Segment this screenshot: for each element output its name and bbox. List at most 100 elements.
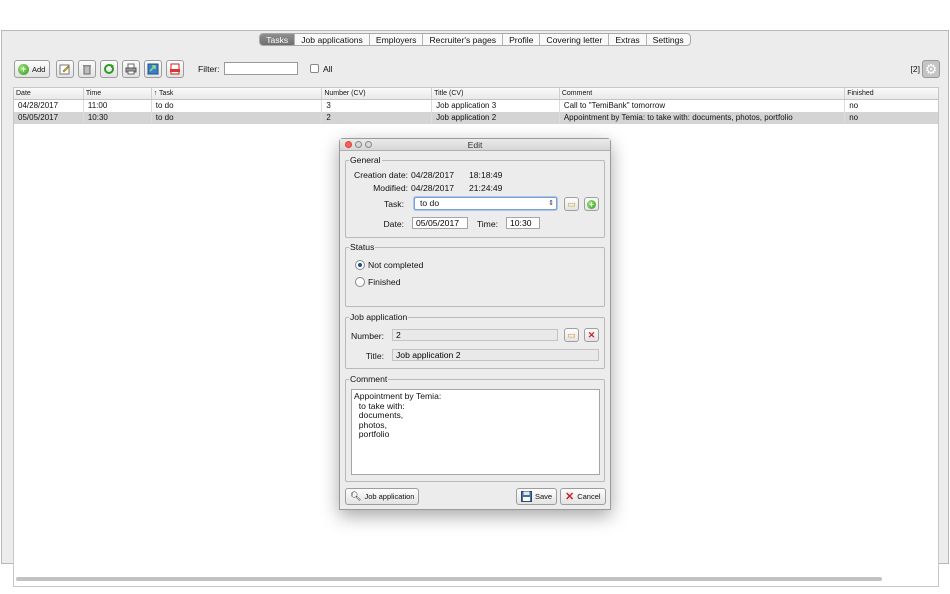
add-button[interactable]: + Add — [14, 60, 50, 78]
pdf-button[interactable] — [166, 60, 184, 78]
table-cell: 11:00 — [84, 100, 152, 112]
cancel-button[interactable]: ✕ Cancel — [560, 488, 606, 505]
general-legend: General — [349, 155, 382, 165]
tab-profile[interactable]: Profile — [503, 34, 541, 45]
zoom-window-button[interactable] — [365, 141, 372, 148]
magnifier-icon: 🔍︎ — [350, 491, 362, 501]
finished-label: Finished — [368, 277, 401, 287]
comment-textarea[interactable]: Appointment by Temia: to take with: docu… — [351, 389, 600, 475]
cancel-button-label: Cancel — [577, 492, 601, 501]
refresh-icon — [104, 64, 114, 74]
not-completed-radio[interactable] — [355, 260, 365, 270]
filter-label: Filter: — [198, 64, 220, 74]
close-window-button[interactable] — [345, 141, 352, 148]
edit-dialog: Edit General Creation date: 04/28/2017 1… — [339, 138, 611, 510]
cancel-icon: ✕ — [565, 491, 575, 503]
column-header-number[interactable]: Number (CV) — [322, 88, 433, 99]
number-label: Number: — [351, 331, 384, 341]
refresh-button[interactable] — [100, 60, 118, 78]
floppy-disk-icon — [521, 491, 532, 502]
tab-settings[interactable]: Settings — [647, 34, 690, 45]
job-application-legend: Job application — [349, 312, 409, 322]
open-task-button[interactable]: ▭ — [564, 197, 579, 211]
folder-icon: ▭ — [567, 198, 576, 209]
minimize-window-button[interactable] — [355, 141, 362, 148]
close-icon: ✕ — [587, 329, 596, 340]
creation-date-label: Creation date: — [354, 170, 408, 180]
tab-extras[interactable]: Extras — [609, 34, 647, 45]
title-field[interactable] — [392, 349, 599, 361]
save-button[interactable]: Save — [516, 488, 558, 505]
date-label: Date: — [383, 219, 404, 229]
creation-date-value: 04/28/2017 — [411, 170, 455, 180]
settings-button[interactable]: ⚙ — [922, 60, 940, 78]
table-cell: 3 — [322, 100, 433, 112]
table-row[interactable]: 04/28/2017 11:00 to do 3 Job application… — [14, 100, 938, 112]
filter-input[interactable] — [224, 62, 298, 75]
table-cell: to do — [152, 112, 323, 124]
tab-covering-letter[interactable]: Covering letter — [540, 34, 610, 45]
task-label: Task: — [383, 199, 404, 209]
open-job-application-button[interactable]: ▭ — [564, 328, 579, 342]
plus-icon: + — [18, 63, 29, 75]
folder-icon: ▭ — [567, 329, 576, 340]
table-cell: 05/05/2017 — [14, 112, 84, 124]
general-group: General Creation date: 04/28/2017 18:18:… — [345, 155, 605, 238]
column-header-time[interactable]: Time — [84, 88, 152, 99]
column-header-finished[interactable]: Finished — [845, 88, 938, 99]
table-cell: no — [849, 101, 859, 110]
status-legend: Status — [349, 242, 376, 252]
horizontal-scrollbar[interactable] — [16, 577, 882, 581]
modified-label: Modified: — [373, 183, 408, 193]
time-field[interactable] — [506, 217, 540, 229]
tab-employers[interactable]: Employers — [370, 34, 424, 45]
column-header-title[interactable]: Title (CV) — [432, 88, 560, 99]
column-header-task[interactable]: ↑ Task — [152, 88, 323, 99]
dialog-titlebar: Edit — [340, 139, 610, 151]
modified-date-value: 04/28/2017 — [411, 183, 455, 193]
print-button[interactable] — [122, 60, 140, 78]
table-cell: 2 — [322, 112, 433, 124]
job-application-button-label: Job application — [364, 492, 415, 501]
number-field[interactable] — [392, 329, 558, 341]
tab-bar: Tasks Job applications Employers Recruit… — [2, 33, 948, 46]
table-cell: Call to "TemiBank" tomorrow — [560, 100, 846, 112]
plus-icon: + — [587, 199, 596, 209]
tab-job-applications[interactable]: Job applications — [295, 34, 370, 45]
comment-legend: Comment — [349, 374, 389, 384]
pdf-icon — [170, 63, 180, 75]
export-button[interactable] — [144, 60, 162, 78]
title-label: Title: — [365, 351, 384, 361]
table-cell: Job application 2 — [432, 112, 560, 124]
gear-icon: ⚙ — [924, 60, 938, 77]
tab-recruiters-pages[interactable]: Recruiter's pages — [423, 34, 504, 45]
table-cell: no — [849, 113, 859, 122]
date-field[interactable] — [412, 217, 468, 229]
edit-button[interactable] — [56, 60, 74, 78]
add-task-button[interactable]: + — [584, 197, 599, 211]
delete-button[interactable] — [78, 60, 96, 78]
toolbar: + Add Filter: All [2] ⚙ — [12, 60, 940, 80]
save-button-label: Save — [535, 492, 553, 501]
finished-radio[interactable] — [355, 277, 365, 287]
trash-icon — [83, 65, 91, 75]
comment-group: Comment Appointment by Temia: to take wi… — [345, 374, 605, 482]
creation-time-value: 18:18:49 — [469, 170, 503, 180]
updown-arrows-icon: ⇕ — [548, 200, 554, 207]
table-cell: 10:30 — [84, 112, 152, 124]
column-header-date[interactable]: Date — [14, 88, 84, 99]
remove-job-application-button[interactable]: ✕ — [584, 328, 599, 342]
table-row-selected[interactable]: 05/05/2017 10:30 to do 2 Job application… — [14, 112, 938, 124]
task-select[interactable]: to do ⇕ — [414, 197, 557, 210]
tab-tasks[interactable]: Tasks — [260, 34, 296, 45]
table-cell: Appointment by Temia: to take with: docu… — [560, 112, 846, 124]
printer-icon — [125, 63, 137, 75]
export-icon — [147, 63, 159, 75]
job-application-button[interactable]: 🔍︎ Job application — [345, 488, 420, 505]
all-checkbox[interactable] — [310, 64, 319, 73]
column-header-comment[interactable]: Comment — [560, 88, 846, 99]
table-cell: 04/28/2017 — [14, 100, 84, 112]
time-label: Time: — [476, 219, 498, 229]
job-application-group: Job application Number: ▭ ✕ Title: — [345, 312, 605, 369]
edit-icon — [59, 64, 70, 75]
